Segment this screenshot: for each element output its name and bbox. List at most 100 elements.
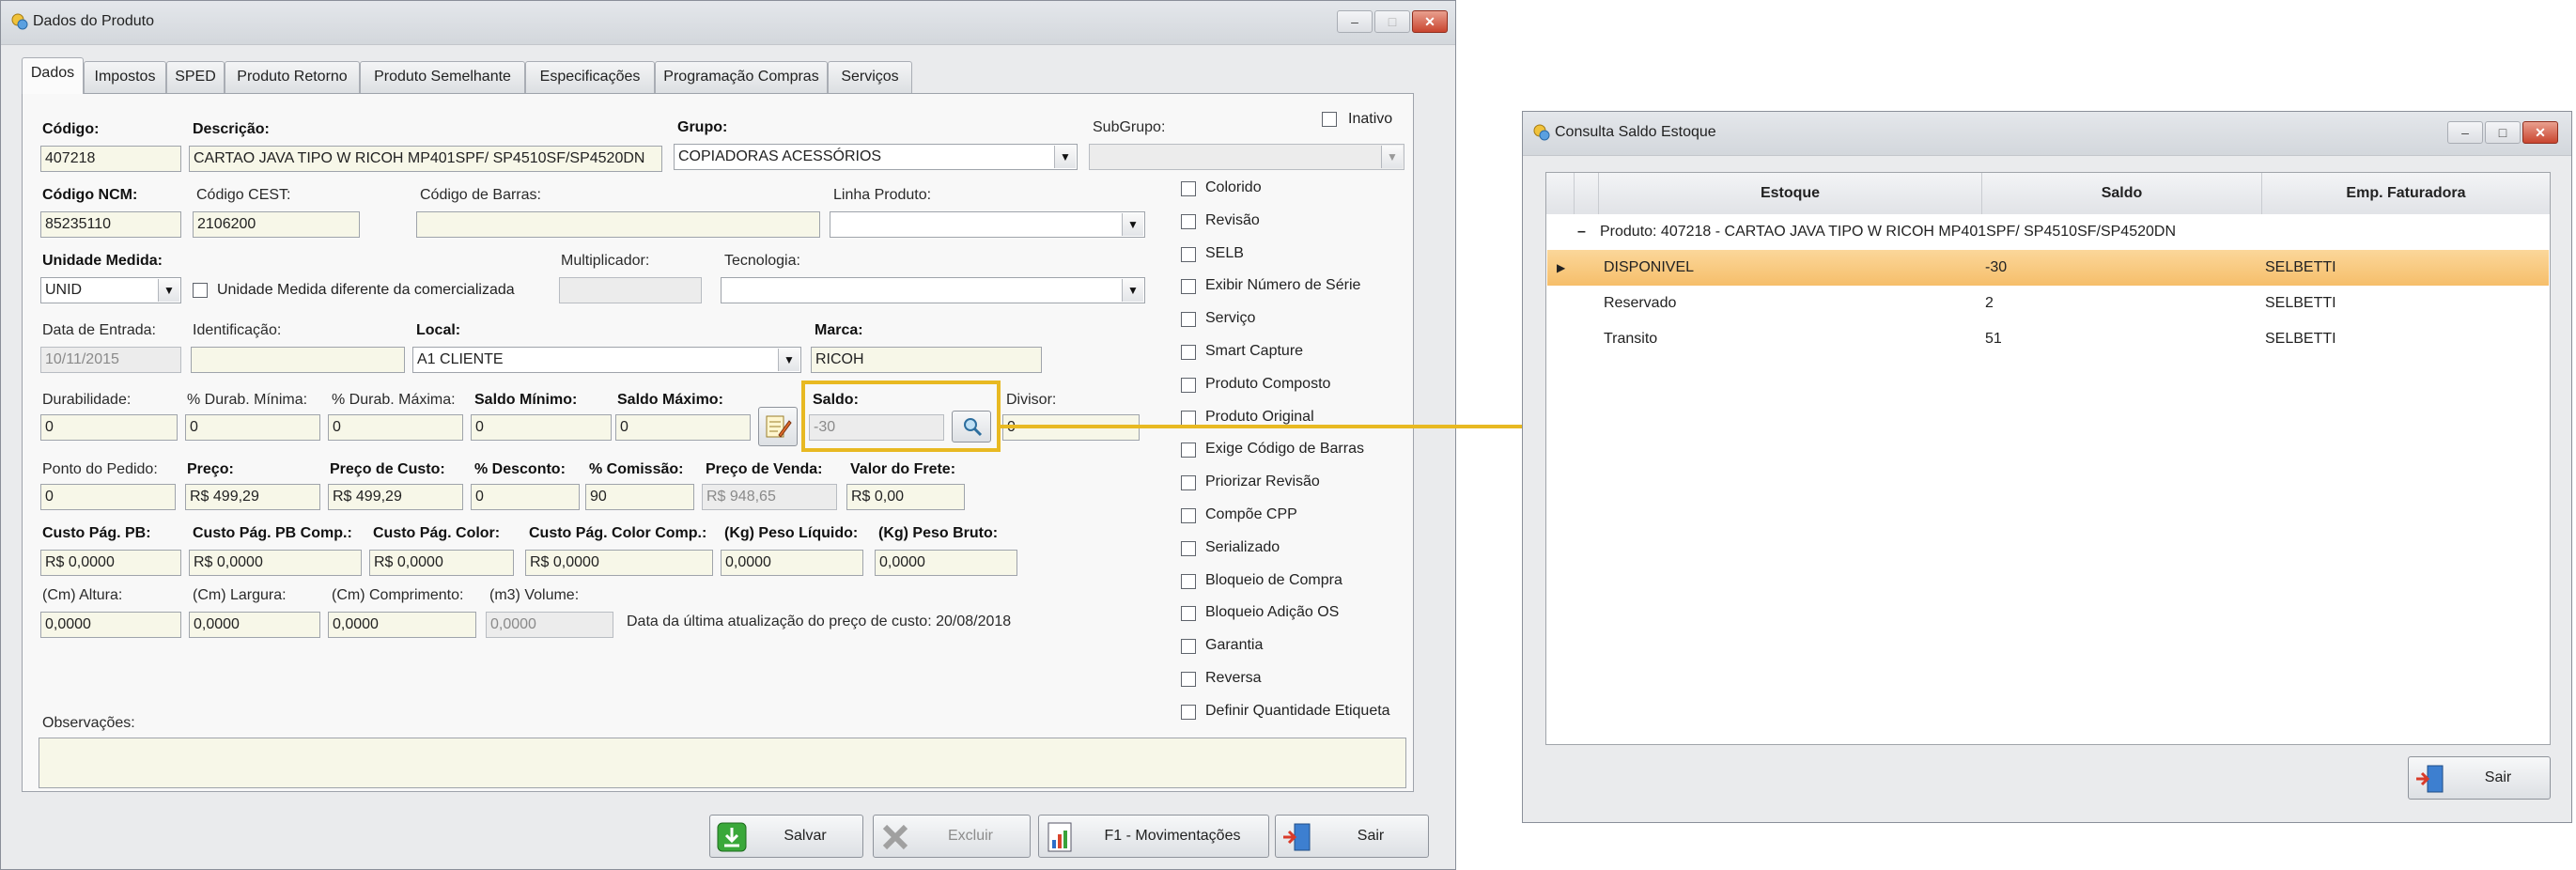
main-titlebar[interactable]: Dados do Produto – □ ✕ <box>1 1 1455 45</box>
option-checkbox[interactable] <box>1181 573 1196 589</box>
ncm-field[interactable]: 85235110 <box>40 211 181 238</box>
option-checkbox[interactable] <box>1181 508 1196 523</box>
durab-max-field[interactable]: 0 <box>328 414 463 441</box>
cest-field[interactable]: 2106200 <box>193 211 360 238</box>
option-checkbox[interactable] <box>1181 181 1196 196</box>
saldo-max-field[interactable]: 0 <box>615 414 751 441</box>
option-checkbox-label: Definir Quantidade Etiqueta <box>1205 702 1390 719</box>
identificacao-field[interactable] <box>191 347 405 373</box>
custo-pb-field[interactable]: R$ 0,0000 <box>40 550 181 576</box>
stock-grid: Estoque Saldo Emp. Faturadora – Produto:… <box>1545 172 2551 745</box>
grid-header-indicator <box>1546 173 1575 214</box>
column-header-emp-faturadora[interactable]: Emp. Faturadora <box>2262 173 2550 214</box>
tecnologia-select[interactable]: ▼ <box>721 277 1145 303</box>
marca-field[interactable]: RICOH <box>811 347 1042 373</box>
column-header-saldo[interactable]: Saldo <box>1982 173 2262 214</box>
option-checkbox[interactable] <box>1181 213 1196 229</box>
option-checkbox[interactable] <box>1181 246 1196 262</box>
durabilidade-field[interactable]: 0 <box>40 414 178 441</box>
custo-color-comp-field[interactable]: R$ 0,0000 <box>525 550 713 576</box>
option-checkbox[interactable] <box>1181 475 1196 491</box>
chevron-down-icon[interactable]: ▼ <box>1122 213 1143 236</box>
option-checkbox[interactable] <box>1181 410 1196 426</box>
save-button[interactable]: Salvar <box>709 815 863 858</box>
edit-saldo-button[interactable] <box>758 407 798 446</box>
option-checkbox[interactable] <box>1181 377 1196 393</box>
option-checkbox-label: Bloqueio de Compra <box>1205 571 1342 588</box>
unidade-select[interactable]: UNID ▼ <box>40 277 181 303</box>
option-checkbox[interactable] <box>1181 443 1196 458</box>
unidade-value: UNID <box>45 282 83 298</box>
codigo-field[interactable]: 407218 <box>40 146 181 172</box>
stock-titlebar[interactable]: Consulta Saldo Estoque – □ ✕ <box>1523 112 2571 156</box>
observacoes-field[interactable] <box>39 738 1406 788</box>
ponto-pedido-field[interactable]: 0 <box>40 484 176 510</box>
ultima-atualizacao-text: Data da última atualização do preço de c… <box>627 614 1012 629</box>
inativo-checkbox[interactable] <box>1322 112 1337 127</box>
preco-field[interactable]: R$ 499,29 <box>185 484 320 510</box>
chevron-down-icon[interactable]: ▼ <box>1122 279 1143 302</box>
minimize-button[interactable]: – <box>1337 10 1373 33</box>
descricao-field[interactable]: CARTAO JAVA TIPO W RICOH MP401SPF/ SP451… <box>189 146 662 172</box>
descricao-label: Descrição: <box>193 121 270 137</box>
durab-min-field[interactable]: 0 <box>185 414 320 441</box>
altura-field[interactable]: 0,0000 <box>40 612 181 638</box>
largura-field[interactable]: 0,0000 <box>189 612 320 638</box>
tab-produto-retorno[interactable]: Produto Retorno <box>225 61 360 93</box>
stock-exit-button[interactable]: Sair <box>2408 756 2551 800</box>
column-header-estoque[interactable]: Estoque <box>1599 173 1982 214</box>
tab-programacao-compras[interactable]: Programação Compras <box>655 61 828 93</box>
custo-pb-comp-field[interactable]: R$ 0,0000 <box>189 550 362 576</box>
option-checkbox[interactable] <box>1181 345 1196 360</box>
exit-button[interactable]: Sair <box>1275 815 1429 858</box>
row-empresa: SELBETTI <box>2265 259 2336 275</box>
stock-window: Consulta Saldo Estoque – □ ✕ Estoque Sal… <box>1522 111 2572 823</box>
row-estoque: DISPONIVEL <box>1604 259 1695 275</box>
chevron-down-icon[interactable]: ▼ <box>1054 146 1076 168</box>
linha-select[interactable]: ▼ <box>830 211 1145 238</box>
option-checkbox[interactable] <box>1181 606 1196 622</box>
barras-field[interactable] <box>416 211 820 238</box>
tab-sped[interactable]: SPED <box>166 61 225 93</box>
option-checkbox[interactable] <box>1181 312 1196 328</box>
chevron-down-icon[interactable]: ▼ <box>778 349 799 371</box>
group-row[interactable]: – Produto: 407218 - CARTAO JAVA TIPO W R… <box>1547 214 2549 250</box>
peso-bruto-field[interactable]: 0,0000 <box>875 550 1017 576</box>
tab-dados[interactable]: Dados <box>22 57 84 94</box>
saldo-min-field[interactable]: 0 <box>471 414 612 441</box>
grupo-select[interactable]: COPIADORAS ACESSÓRIOS ▼ <box>674 144 1078 170</box>
close-button[interactable]: ✕ <box>2522 121 2558 144</box>
tab-especificacoes[interactable]: Especificações <box>525 61 655 93</box>
minimize-button[interactable]: – <box>2447 121 2483 144</box>
option-checkbox[interactable] <box>1181 639 1196 655</box>
custo-color-field[interactable]: R$ 0,0000 <box>369 550 514 576</box>
option-checkbox[interactable] <box>1181 672 1196 687</box>
chevron-down-icon[interactable]: ▼ <box>158 279 179 302</box>
option-checkbox-label: Colorido <box>1205 179 1262 195</box>
comissao-field[interactable]: 90 <box>585 484 694 510</box>
maximize-button[interactable]: □ <box>2485 121 2521 144</box>
local-select[interactable]: A1 CLIENTE ▼ <box>412 347 801 373</box>
main-window: Dados do Produto – □ ✕ Dados Impostos SP… <box>0 0 1456 870</box>
option-checkbox[interactable] <box>1181 279 1196 295</box>
comprimento-field[interactable]: 0,0000 <box>328 612 476 638</box>
collapse-icon[interactable]: – <box>1577 214 1586 250</box>
option-checkbox[interactable] <box>1181 540 1196 556</box>
valor-frete-field[interactable]: R$ 0,00 <box>846 484 965 510</box>
table-row[interactable]: Transito 51 SELBETTI <box>1547 321 2549 357</box>
option-checkbox[interactable] <box>1181 704 1196 720</box>
peso-liquido-field[interactable]: 0,0000 <box>721 550 863 576</box>
row-estoque: Reservado <box>1604 295 1677 311</box>
unidade-diff-checkbox[interactable] <box>193 283 208 298</box>
tab-impostos[interactable]: Impostos <box>84 61 166 93</box>
peso-bruto-label: (Kg) Peso Bruto: <box>878 525 999 541</box>
preco-custo-field[interactable]: R$ 499,29 <box>328 484 463 510</box>
movimentacoes-button[interactable]: F1 - Movimentações <box>1038 815 1269 858</box>
tab-servicos[interactable]: Serviços <box>828 61 912 93</box>
close-button[interactable]: ✕ <box>1412 10 1448 33</box>
table-row[interactable]: ▶ DISPONIVEL -30 SELBETTI <box>1547 250 2549 286</box>
tab-produto-semelhante[interactable]: Produto Semelhante <box>360 61 525 93</box>
desconto-field[interactable]: 0 <box>471 484 580 510</box>
table-row[interactable]: Reservado 2 SELBETTI <box>1547 286 2549 321</box>
multiplicador-label: Multiplicador: <box>561 253 650 269</box>
